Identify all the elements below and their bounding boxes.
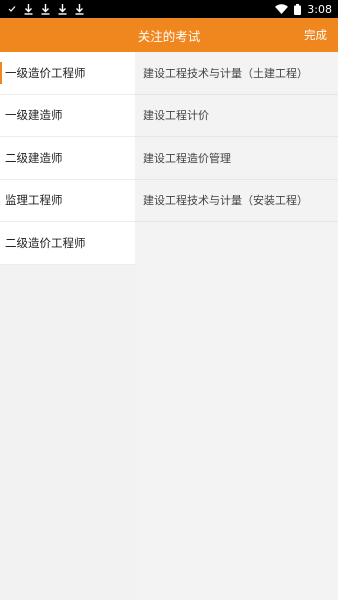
active-indicator <box>0 62 2 84</box>
subject-label: 建设工程计价 <box>143 109 209 123</box>
page-title: 关注的考试 <box>137 28 201 44</box>
category-label: 二级建造师 <box>5 150 63 165</box>
battery-icon <box>294 3 302 15</box>
subject-item-2[interactable]: 建设工程造价管理 <box>135 137 338 180</box>
category-label: 一级建造师 <box>5 108 63 123</box>
category-label: 一级造价工程师 <box>5 65 86 80</box>
download-icon <box>58 3 67 15</box>
notification-icons <box>8 3 84 15</box>
subject-item-3[interactable]: 建设工程技术与计量（安装工程） <box>135 179 338 222</box>
download-icon <box>75 3 84 15</box>
download-icon <box>41 3 50 15</box>
category-item-4[interactable]: 二级造价工程师 <box>0 222 135 265</box>
system-icons: 3:08 <box>275 3 332 16</box>
category-label: 监理工程师 <box>5 193 63 208</box>
wifi-icon <box>275 4 289 14</box>
subject-label: 建设工程造价管理 <box>143 151 231 165</box>
app-bar: 关注的考试 完成 <box>0 18 338 52</box>
category-item-0[interactable]: 一级造价工程师 <box>0 52 135 95</box>
status-bar: 3:08 <box>0 0 338 18</box>
clock-time: 3:08 <box>307 2 332 16</box>
subject-label: 建设工程技术与计量（土建工程） <box>143 66 308 80</box>
category-label: 二级造价工程师 <box>5 235 86 250</box>
category-item-3[interactable]: 监理工程师 <box>0 179 135 222</box>
check-icon <box>8 5 16 13</box>
category-list: 一级造价工程师 一级建造师 二级建造师 监理工程师 二级造价工程师 <box>0 52 135 600</box>
subject-list: 建设工程技术与计量（土建工程） 建设工程计价 建设工程造价管理 建设工程技术与计… <box>135 52 338 600</box>
category-item-2[interactable]: 二级建造师 <box>0 137 135 180</box>
subject-label: 建设工程技术与计量（安装工程） <box>143 194 308 208</box>
subject-item-1[interactable]: 建设工程计价 <box>135 94 338 137</box>
category-item-1[interactable]: 一级建造师 <box>0 94 135 137</box>
subject-item-0[interactable]: 建设工程技术与计量（土建工程） <box>135 52 338 95</box>
done-button[interactable]: 完成 <box>304 18 327 52</box>
download-icon <box>24 3 33 15</box>
